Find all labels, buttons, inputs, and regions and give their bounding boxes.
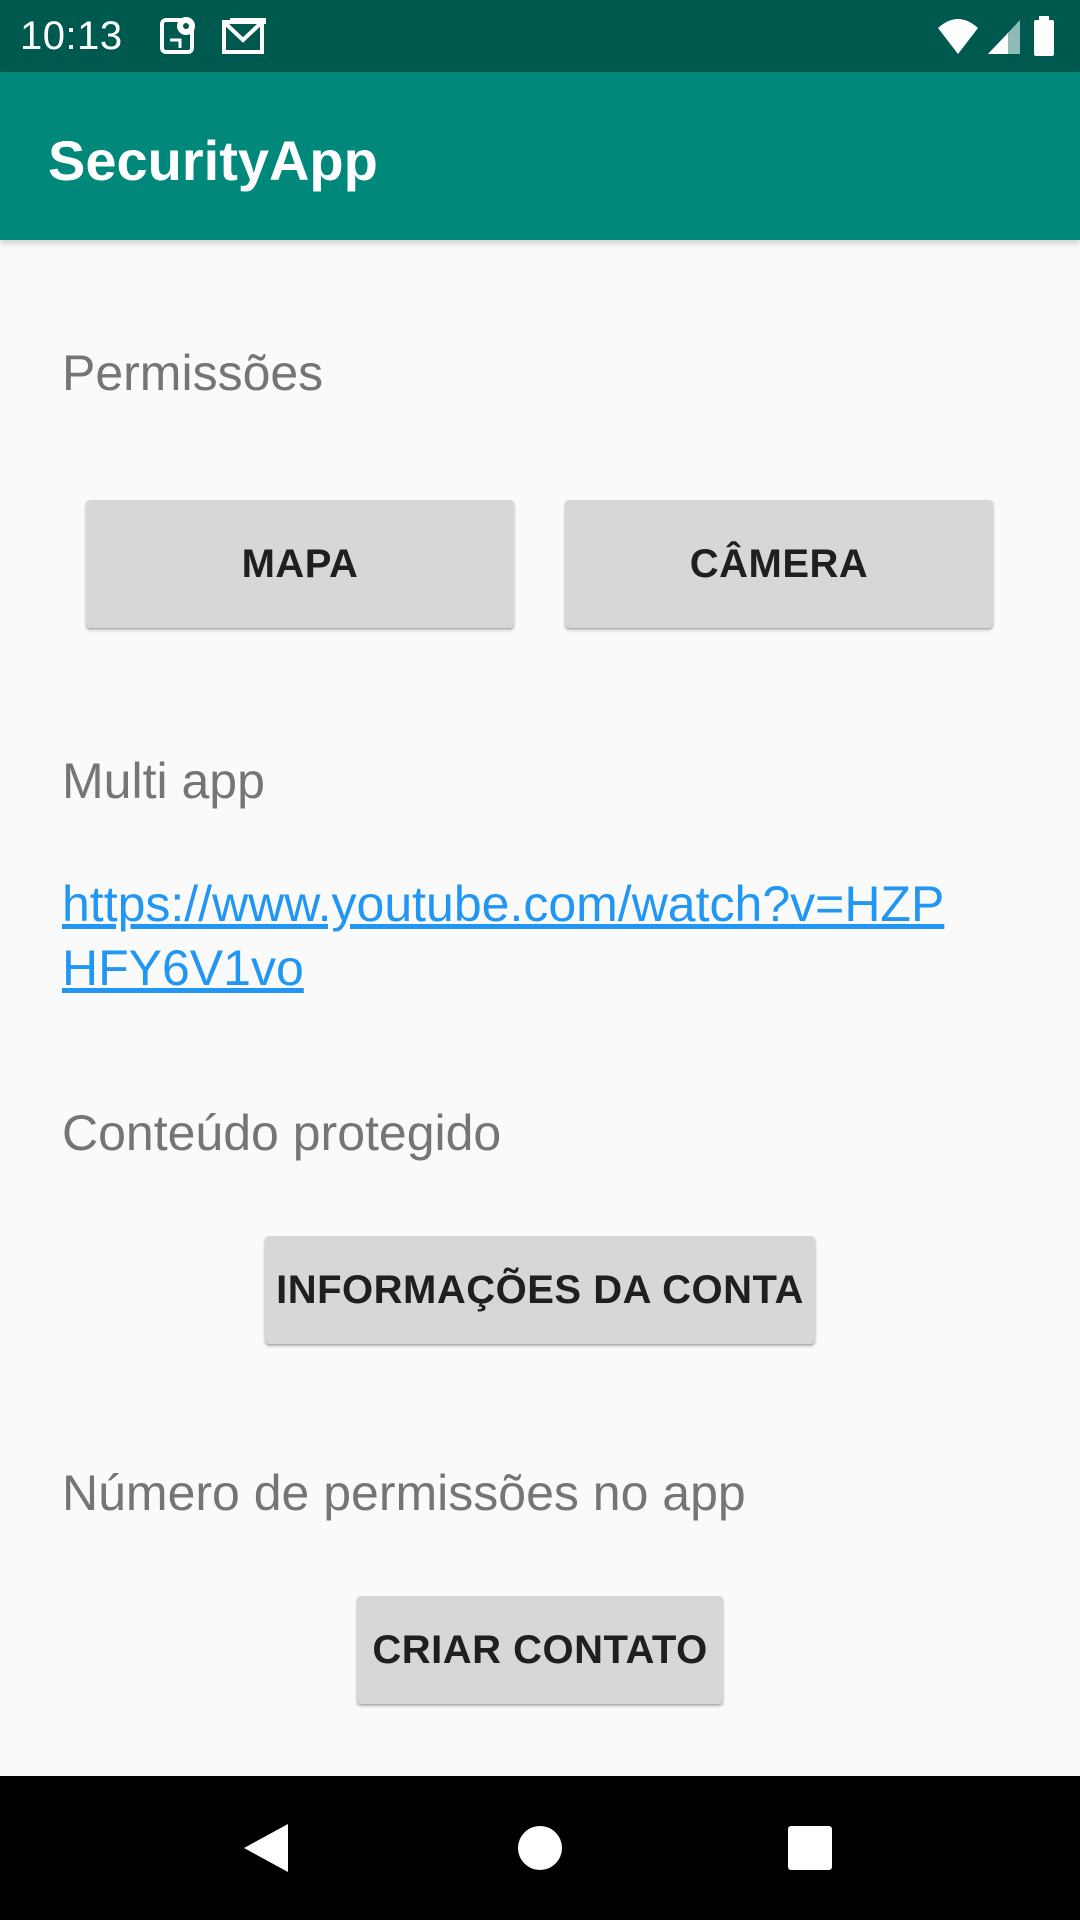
back-icon[interactable] — [208, 1776, 328, 1920]
app-title: SecurityApp — [48, 129, 378, 192]
main-content: Permissões MAPA CÂMERA Multi app https:/… — [0, 240, 1080, 1776]
multi-app-label: Multi app — [62, 753, 265, 809]
map-button[interactable]: MAPA — [86, 500, 514, 628]
youtube-link[interactable]: https://www.youtube.com/watch?v=HZPHFY6V… — [62, 872, 962, 1000]
create-contact-button[interactable]: CRIAR CONTATO — [357, 1596, 723, 1704]
permission-count-label: Número de permissões no app — [62, 1465, 746, 1521]
system-icons — [936, 14, 1056, 58]
maps-notification-icon — [160, 17, 195, 54]
status-bar: 10:13 — [0, 0, 1080, 72]
cell-signal-icon — [988, 20, 1020, 54]
gmail-notification-icon — [222, 18, 266, 54]
app-bar: SecurityApp — [0, 72, 1080, 240]
navigation-bar — [0, 1776, 1080, 1920]
protected-content-label: Conteúdo protegido — [62, 1105, 502, 1161]
home-icon[interactable] — [480, 1776, 600, 1920]
permissions-label: Permissões — [62, 345, 324, 401]
wifi-icon — [938, 19, 978, 54]
battery-icon — [1034, 16, 1054, 56]
status-time: 10:13 — [20, 14, 123, 58]
recents-icon[interactable] — [750, 1776, 870, 1920]
camera-button[interactable]: CÂMERA — [565, 500, 993, 628]
account-info-button[interactable]: INFORMAÇÕES DA CONTA — [265, 1236, 815, 1344]
